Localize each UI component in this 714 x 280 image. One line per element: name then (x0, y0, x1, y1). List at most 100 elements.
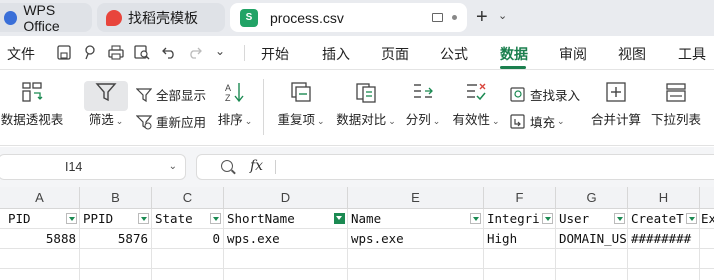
menu-data[interactable]: 数据 (500, 44, 528, 64)
validity-button[interactable]: 有效性 ⌄ (450, 71, 502, 128)
print-preview-icon[interactable] (134, 45, 150, 60)
split-columns-button[interactable]: 分列 ⌄ (404, 71, 442, 128)
table-cell[interactable] (484, 269, 556, 280)
menu-home[interactable]: 开始 (261, 44, 289, 64)
divider (244, 45, 245, 61)
table-cell[interactable]: High (484, 229, 556, 249)
table-cell[interactable] (700, 229, 714, 249)
table-cell[interactable] (700, 249, 714, 269)
table-header-cell[interactable]: PID (0, 209, 80, 229)
menu-page[interactable]: 页面 (381, 44, 409, 64)
filter-dropdown-icon[interactable] (470, 213, 481, 224)
table-cell[interactable] (348, 269, 484, 280)
reapply-button[interactable]: 重新应用 (135, 112, 206, 131)
table-cell[interactable] (556, 269, 628, 280)
column-header-b[interactable]: B (80, 187, 152, 209)
table-cell[interactable] (80, 269, 152, 280)
table-header-cell[interactable]: CreateT (628, 209, 700, 229)
table-cell[interactable] (224, 269, 348, 280)
table-cell[interactable] (556, 249, 628, 269)
consolidate-button[interactable]: 合并计算 (588, 71, 644, 128)
dropdown-list-icon (665, 81, 687, 103)
window-mode-icon[interactable] (432, 13, 443, 22)
table-cell[interactable]: wps.exe (224, 229, 348, 249)
undo-icon[interactable] (162, 45, 176, 59)
sort-button[interactable]: AZ 排序 ⌄ (213, 71, 257, 128)
table-cell[interactable] (152, 269, 224, 280)
column-header-a[interactable]: A (0, 187, 80, 209)
table-cell[interactable]: wps.exe (348, 229, 484, 249)
reapply-filter-icon (135, 114, 153, 130)
save-icon[interactable] (57, 45, 71, 60)
duplicates-label: 重复项 (277, 113, 315, 127)
column-header-h[interactable]: H (628, 187, 700, 209)
column-header-d[interactable]: D (224, 187, 348, 209)
table-cell[interactable]: 5888 (0, 229, 80, 249)
table-header-cell[interactable]: State (152, 209, 224, 229)
tab-docer-templates[interactable]: 找稻壳模板 (97, 3, 225, 32)
tab-process-csv[interactable]: S process.csv (230, 3, 467, 32)
table-cell[interactable]: 0 (152, 229, 224, 249)
zoom-search-icon[interactable] (221, 160, 233, 172)
table-cell[interactable] (628, 269, 700, 280)
column-header-c[interactable]: C (152, 187, 224, 209)
table-cell[interactable] (348, 249, 484, 269)
table-header-cell[interactable]: Name (348, 209, 484, 229)
menu-view[interactable]: 视图 (618, 44, 646, 64)
filter-button[interactable]: 筛选 ⌄ (84, 71, 128, 128)
print-icon[interactable] (108, 45, 124, 60)
filter-dropdown-icon[interactable] (614, 213, 625, 224)
filter-dropdown-icon[interactable] (210, 213, 221, 224)
table-header-cell[interactable]: PPID (80, 209, 152, 229)
header-text: State (155, 211, 193, 226)
filter-dropdown-icon[interactable] (686, 213, 697, 224)
table-cell[interactable]: DOMAIN_US (556, 229, 628, 249)
filter-dropdown-icon[interactable] (66, 213, 77, 224)
chevron-down-icon[interactable]: ⌄ (498, 9, 507, 22)
menu-review[interactable]: 审阅 (559, 44, 587, 64)
duplicates-button[interactable]: 重复项 ⌄ (275, 71, 327, 128)
chevron-down-icon[interactable]: ⌄ (169, 155, 177, 179)
column-header-f[interactable]: F (484, 187, 556, 209)
customize-quick-access-icon[interactable]: ⌄ (215, 44, 225, 58)
table-cell[interactable] (628, 249, 700, 269)
menu-file[interactable]: 文件 (7, 44, 35, 64)
new-tab-icon[interactable]: + (476, 7, 488, 27)
table-cell[interactable] (0, 249, 80, 269)
tab-wps-office[interactable]: WPS Office (0, 1, 92, 34)
menu-tools[interactable]: 工具 (678, 44, 706, 64)
table-cell[interactable] (152, 249, 224, 269)
table-cell[interactable] (700, 269, 714, 280)
fill-button[interactable]: 填充 ⌄ (510, 112, 565, 131)
menu-formulas[interactable]: 公式 (440, 44, 468, 64)
table-cell[interactable]: 5876 (80, 229, 152, 249)
table-cell[interactable] (0, 269, 80, 280)
menu-insert[interactable]: 插入 (322, 44, 350, 64)
show-all-button[interactable]: 全部显示 (135, 85, 206, 104)
data-compare-button[interactable]: 数据对比 ⌄ (335, 71, 397, 128)
filter-dropdown-icon[interactable] (542, 213, 553, 224)
tab-label: WPS Office (23, 1, 60, 34)
pivot-table-button[interactable]: 数据透视表 (0, 71, 64, 128)
active-filter-icon[interactable] (334, 213, 345, 224)
table-header-cell[interactable]: Ex (700, 209, 714, 229)
column-header-e[interactable]: E (348, 187, 484, 209)
validity-label: 有效性 (452, 113, 490, 127)
title-bar: WPS Office 找稻壳模板 S process.csv + ⌄ (0, 0, 714, 36)
name-box[interactable]: I14 ⌄ (0, 154, 186, 180)
fx-icon[interactable]: fx (250, 158, 263, 174)
filter-dropdown-icon[interactable] (138, 213, 149, 224)
table-header-cell[interactable]: ShortName (224, 209, 348, 229)
column-header-g[interactable]: G (556, 187, 628, 209)
table-cell[interactable] (224, 249, 348, 269)
export-pdf-icon[interactable] (83, 45, 97, 60)
table-cell[interactable]: ######## (628, 229, 700, 249)
formula-input[interactable]: fx (196, 154, 714, 180)
table-cell[interactable] (80, 249, 152, 269)
table-header-cell[interactable]: Integri (484, 209, 556, 229)
lookup-entry-button[interactable]: 查找录入 (510, 85, 580, 104)
table-header-cell[interactable]: User (556, 209, 628, 229)
redo-icon[interactable] (188, 45, 202, 59)
table-cell[interactable] (484, 249, 556, 269)
dropdown-list-button[interactable]: 下拉列表 (648, 71, 704, 128)
